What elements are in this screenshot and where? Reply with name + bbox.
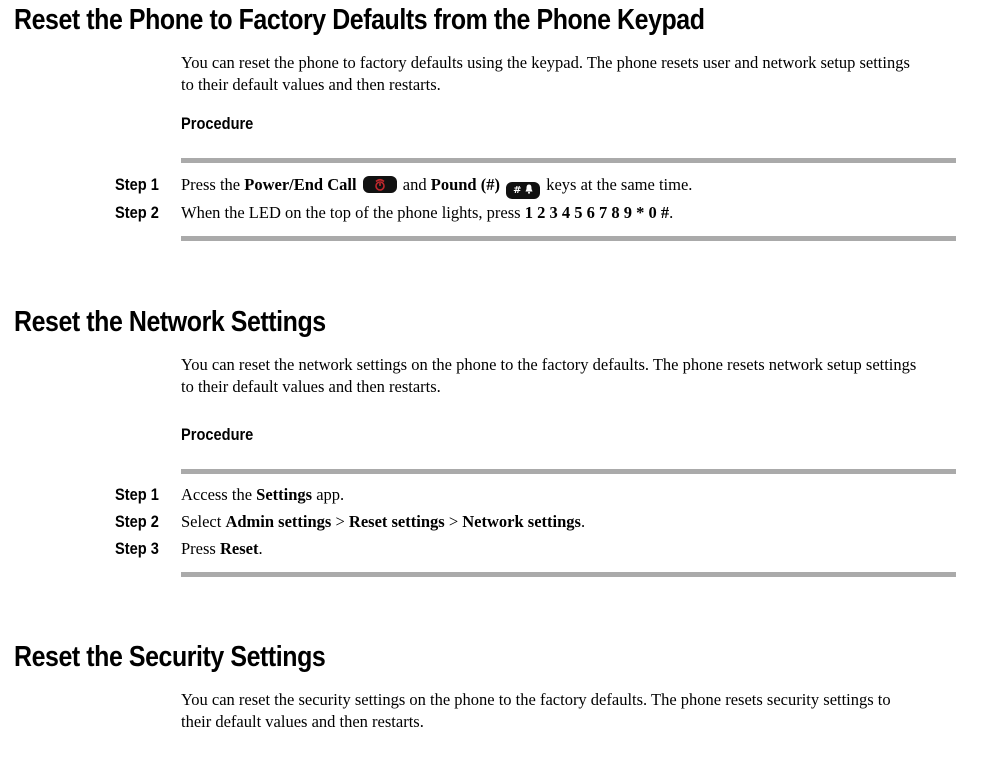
pound-key-icon: #	[506, 182, 541, 199]
ui-term: Settings	[256, 485, 313, 504]
ui-term: Reset settings	[348, 512, 445, 531]
text: .	[580, 512, 586, 531]
section-title-factory-reset: Reset the Phone to Factory Defaults from…	[14, 4, 705, 36]
section-title-security-reset: Reset the Security Settings	[14, 641, 326, 673]
text: .	[258, 539, 263, 558]
section-intro-factory-reset: You can reset the phone to factory defau…	[181, 52, 971, 96]
step-text: Press the Power/End Call and Pound (#) #…	[181, 175, 692, 199]
step-label: Step 1	[115, 485, 159, 504]
ui-term: Reset	[219, 539, 259, 558]
text: keys at the same time.	[542, 175, 693, 194]
step-label: Step 2	[115, 203, 159, 222]
text: Select	[181, 512, 226, 531]
procedure-label: Procedure	[181, 425, 254, 444]
ui-term: Admin settings	[225, 512, 332, 531]
intro-line: You can reset the network settings on th…	[181, 355, 917, 374]
intro-line: their default values and then restarts.	[181, 712, 424, 731]
step-label: Step 1	[115, 175, 159, 194]
procedure-label: Procedure	[181, 114, 254, 133]
text: Press	[181, 539, 220, 558]
key-sequence: 1 2 3 4 5 6 7 8 9 * 0 #	[524, 203, 670, 222]
text: Press the	[181, 175, 245, 194]
step-text: Select Admin settings > Reset settings >…	[181, 512, 585, 532]
step-text: When the LED on the top of the phone lig…	[181, 203, 673, 223]
intro-line: You can reset the security settings on t…	[181, 690, 891, 709]
procedure-rule-top	[181, 158, 956, 163]
intro-line: to their default values and then restart…	[181, 377, 441, 396]
text: >	[444, 512, 463, 531]
text: Access the	[181, 485, 257, 504]
step-text: Press Reset.	[181, 539, 263, 559]
ui-term: Network settings	[462, 512, 581, 531]
intro-line: to their default values and then restart…	[181, 75, 441, 94]
text: >	[331, 512, 349, 531]
section-intro-security-reset: You can reset the security settings on t…	[181, 689, 971, 733]
section-title-network-reset: Reset the Network Settings	[14, 306, 326, 338]
key-name-power-end-call: Power/End Call	[244, 175, 357, 194]
procedure-rule-bottom	[181, 572, 956, 577]
text: .	[669, 203, 674, 222]
step-text: Access the Settings app.	[181, 485, 344, 505]
key-name-pound: Pound (#)	[430, 175, 500, 194]
step-label: Step 3	[115, 539, 159, 558]
power-end-call-key-icon	[362, 176, 397, 193]
step-label: Step 2	[115, 512, 159, 531]
text: app.	[312, 485, 345, 504]
procedure-rule-top	[181, 469, 956, 474]
section-intro-network-reset: You can reset the network settings on th…	[181, 354, 971, 398]
procedure-rule-bottom	[181, 236, 956, 241]
intro-line: You can reset the phone to factory defau…	[181, 53, 910, 72]
text: When the LED on the top of the phone lig…	[181, 203, 525, 222]
text: and	[398, 175, 431, 194]
